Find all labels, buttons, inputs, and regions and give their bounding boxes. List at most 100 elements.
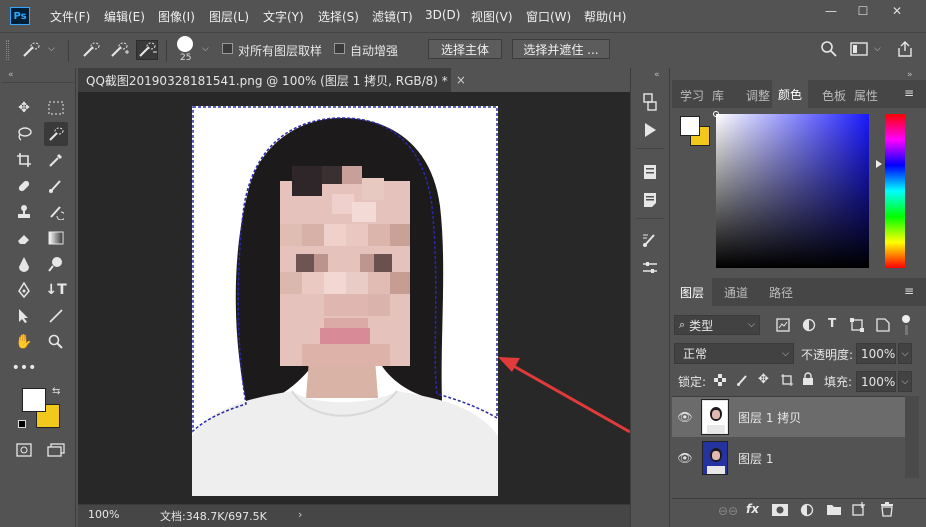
eyedropper-tool-icon[interactable] bbox=[44, 148, 68, 172]
layers-panel-menu-icon[interactable]: ≡ bbox=[904, 284, 914, 298]
default-colors-icon[interactable] bbox=[18, 420, 26, 428]
filter-type-layer-icon[interactable]: T bbox=[828, 316, 836, 330]
lock-position-icon[interactable]: ✥ bbox=[758, 372, 769, 387]
layer-row-original[interactable]: 👁 图层 1 bbox=[672, 438, 905, 478]
new-layer-icon[interactable] bbox=[852, 502, 866, 519]
menu-file[interactable]: 文件(F) bbox=[50, 8, 90, 25]
maximize-button[interactable]: ☐ bbox=[848, 0, 878, 22]
select-subject-button[interactable]: 选择主体 bbox=[428, 39, 502, 59]
layer-row-copy[interactable]: 👁 图层 1 拷贝 bbox=[672, 397, 905, 437]
menu-type[interactable]: 文字(Y) bbox=[263, 8, 304, 25]
add-to-selection-brush-icon[interactable] bbox=[108, 40, 130, 60]
history-panel-icon[interactable] bbox=[640, 92, 660, 112]
close-document-button[interactable]: × bbox=[456, 73, 466, 87]
tab-layers[interactable]: 图层 bbox=[672, 278, 713, 306]
minimize-button[interactable]: — bbox=[816, 0, 846, 22]
screen-mode-icon[interactable] bbox=[44, 438, 68, 462]
tab-properties[interactable]: 属性 bbox=[854, 84, 878, 106]
hue-slider[interactable] bbox=[885, 114, 905, 268]
chevron-down-icon[interactable]: ⌵ bbox=[48, 44, 55, 54]
lock-artboard-icon[interactable] bbox=[780, 373, 794, 390]
tab-paths[interactable]: 路径 bbox=[769, 281, 793, 303]
lock-image-pixels-icon[interactable] bbox=[736, 373, 750, 390]
swap-colors-icon[interactable]: ⇆ bbox=[52, 386, 60, 397]
tab-adjustments[interactable]: 调整 bbox=[746, 84, 770, 106]
workspace-icon[interactable] bbox=[850, 41, 868, 60]
close-window-button[interactable]: ✕ bbox=[882, 0, 912, 22]
blur-tool-icon[interactable] bbox=[12, 252, 36, 276]
menu-layer[interactable]: 图层(L) bbox=[209, 8, 249, 25]
auto-enhance-checkbox[interactable] bbox=[334, 43, 345, 54]
properties-panel-icon[interactable] bbox=[640, 162, 660, 182]
foreground-color-swatch[interactable] bbox=[22, 388, 46, 412]
layer-name[interactable]: 图层 1 拷贝 bbox=[738, 409, 801, 426]
filter-adjustment-layer-icon[interactable] bbox=[802, 318, 816, 335]
color-field[interactable] bbox=[716, 114, 869, 268]
quick-select-tool-preset-icon[interactable] bbox=[20, 40, 42, 60]
pen-tool-icon[interactable] bbox=[12, 278, 36, 302]
brush-tool-icon[interactable] bbox=[44, 174, 68, 198]
more-tools-icon[interactable]: ••• bbox=[12, 356, 37, 380]
quick-selection-tool-icon[interactable] bbox=[44, 122, 68, 146]
menu-view[interactable]: 视图(V) bbox=[471, 8, 513, 25]
opacity-dropdown-icon[interactable]: ⌵ bbox=[898, 343, 912, 364]
marquee-tool-icon[interactable] bbox=[44, 96, 68, 120]
filter-toggle-switch[interactable] bbox=[902, 315, 910, 335]
dodge-tool-icon[interactable] bbox=[44, 252, 68, 276]
lock-transparent-pixels-icon[interactable] bbox=[714, 374, 726, 389]
expand-dock-icon[interactable]: « bbox=[654, 70, 660, 80]
layer-name[interactable]: 图层 1 bbox=[738, 450, 773, 467]
tool-presets-icon[interactable] bbox=[640, 258, 660, 278]
gradient-tool-icon[interactable] bbox=[44, 226, 68, 250]
menu-window[interactable]: 窗口(W) bbox=[526, 8, 571, 25]
eye-visibility-icon[interactable]: 👁 bbox=[672, 410, 698, 424]
tab-libraries[interactable]: 库 bbox=[712, 84, 724, 106]
type-tool-icon[interactable]: ↓T bbox=[44, 278, 68, 302]
hand-tool-icon[interactable]: ✋ bbox=[12, 330, 36, 354]
move-tool-icon[interactable]: ✥ bbox=[12, 96, 36, 120]
eraser-tool-icon[interactable] bbox=[12, 226, 36, 250]
options-grip[interactable] bbox=[6, 40, 9, 60]
notes-panel-icon[interactable] bbox=[640, 190, 660, 210]
layer-style-fx-icon[interactable]: fx bbox=[746, 502, 759, 516]
chevron-down-icon[interactable]: ⌵ bbox=[874, 44, 881, 54]
tab-learn[interactable]: 学习 bbox=[680, 84, 704, 106]
layers-scrollbar[interactable] bbox=[905, 396, 919, 478]
menu-help[interactable]: 帮助(H) bbox=[584, 8, 626, 25]
brush-size-dot-icon[interactable] bbox=[177, 36, 193, 52]
select-and-mask-button[interactable]: 选择并遮住 ... bbox=[512, 39, 610, 59]
filter-smart-object-icon[interactable] bbox=[876, 318, 890, 335]
menu-edit[interactable]: 编辑(E) bbox=[104, 8, 145, 25]
zoom-tool-icon[interactable] bbox=[44, 330, 68, 354]
clone-stamp-tool-icon[interactable] bbox=[12, 200, 36, 224]
menu-select[interactable]: 选择(S) bbox=[318, 8, 359, 25]
sample-all-layers-checkbox[interactable] bbox=[222, 43, 233, 54]
status-menu-chevron-icon[interactable]: › bbox=[298, 508, 302, 521]
fill-dropdown-icon[interactable]: ⌵ bbox=[898, 371, 912, 392]
filter-pixel-layer-icon[interactable] bbox=[776, 318, 790, 335]
new-group-folder-icon[interactable] bbox=[826, 503, 842, 519]
eye-visibility-icon[interactable]: 👁 bbox=[672, 451, 698, 465]
lock-all-icon[interactable] bbox=[802, 372, 814, 389]
fill-input[interactable]: 100% bbox=[856, 371, 896, 392]
tab-color[interactable]: 颜色 bbox=[772, 80, 809, 108]
tab-swatches[interactable]: 色板 bbox=[822, 84, 846, 106]
search-icon[interactable] bbox=[820, 40, 838, 61]
adjustment-layer-icon[interactable] bbox=[800, 503, 814, 520]
color-picker-ring[interactable] bbox=[713, 111, 719, 117]
panel-menu-icon[interactable]: ≡ bbox=[904, 86, 914, 100]
lasso-tool-icon[interactable] bbox=[12, 122, 36, 146]
healing-brush-tool-icon[interactable] bbox=[12, 174, 36, 198]
collapse-panels-icon[interactable]: » bbox=[907, 70, 913, 80]
document-tab[interactable]: QQ截图20190328181541.png @ 100% (图层 1 拷贝, … bbox=[78, 68, 466, 92]
zoom-level[interactable]: 100% bbox=[88, 508, 119, 521]
delete-layer-trash-icon[interactable] bbox=[880, 502, 894, 520]
actions-play-icon[interactable] bbox=[640, 120, 660, 140]
crop-tool-icon[interactable] bbox=[12, 148, 36, 172]
new-selection-brush-icon[interactable] bbox=[80, 40, 102, 60]
line-tool-icon[interactable] bbox=[44, 304, 68, 328]
menu-image[interactable]: 图像(I) bbox=[158, 8, 195, 25]
link-layers-icon[interactable]: ⊖⊖ bbox=[718, 504, 738, 518]
share-icon[interactable] bbox=[896, 40, 914, 61]
brush-settings-icon[interactable] bbox=[640, 230, 660, 250]
